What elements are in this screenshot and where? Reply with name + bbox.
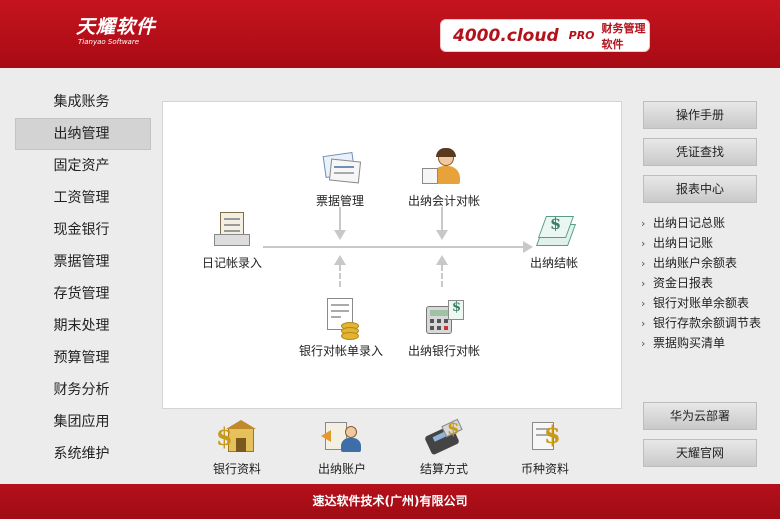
bill-connector-arrow — [334, 230, 346, 240]
reconcile-connector-arrow — [436, 230, 448, 240]
logo-en: Tianyao Software — [78, 38, 140, 46]
cashier-flow-panel: 日记帐录入 票据管理 出纳会计对帐 $ 出纳结帐 银行对帐单录入 $ 出纳银行对… — [162, 101, 622, 409]
report-link-bill-purchase-list[interactable]: › 票据购买清单 — [641, 333, 777, 353]
report-link-label: 出纳账户余额表 — [653, 256, 738, 270]
cashier-accounting-reconcile-label: 出纳会计对帐 — [407, 194, 480, 208]
nav-item-period-end[interactable]: 期末处理 — [15, 310, 151, 342]
chevron-right-icon: › — [641, 257, 646, 270]
nav-item-fixed-assets[interactable]: 固定资产 — [15, 150, 151, 182]
cashier-accounting-reconcile-node[interactable]: 出纳会计对帐 — [399, 148, 489, 209]
bank-icon: $ — [216, 418, 258, 454]
nav-item-bills[interactable]: 票据管理 — [15, 246, 151, 278]
bank-statement-entry-node[interactable]: 银行对帐单录入 — [289, 298, 393, 359]
chevron-right-icon: › — [641, 317, 646, 330]
cashier-bank-reconcile-label: 出纳银行对帐 — [407, 344, 480, 358]
reconcile-connector — [441, 207, 443, 232]
statement-connector — [339, 265, 341, 287]
nav-item-budget[interactable]: 预算管理 — [15, 342, 151, 374]
bill-management-label: 票据管理 — [315, 194, 364, 208]
report-center-button[interactable]: 报表中心 — [643, 175, 757, 203]
bank-statement-entry-label: 银行对帐单录入 — [298, 344, 383, 358]
sidebar-nav: 集成账务 出纳管理 固定资产 工资管理 现金银行 票据管理 存货管理 期末处理 … — [15, 86, 151, 470]
cashier-account-icon — [321, 418, 363, 454]
report-link-label: 出纳日记总账 — [653, 216, 726, 230]
calculator-icon: $ — [422, 298, 466, 338]
product-badge: 4000.cloud PRO 财务管理软件 — [440, 19, 650, 52]
chevron-right-icon: › — [641, 277, 646, 290]
cashier-close-icon: $ — [532, 210, 577, 250]
product-cn-name: 财务管理软件 — [601, 21, 646, 51]
cashier-account-shortcut[interactable]: 出纳账户 — [302, 418, 382, 477]
app-header: 天耀软件 Tianyao Software 4000.cloud PRO 财务管… — [0, 0, 780, 68]
footer-company: 速达软件技术(广州)有限公司 — [0, 484, 780, 519]
bill-connector — [339, 207, 341, 232]
currency-icon: $ — [524, 418, 566, 454]
report-link-funds-daily[interactable]: › 资金日报表 — [641, 273, 777, 293]
bank-reconcile-connector-arrow — [436, 255, 448, 265]
nav-item-financial-analysis[interactable]: 财务分析 — [15, 374, 151, 406]
bank-reconcile-connector — [441, 265, 443, 287]
nav-item-payroll[interactable]: 工资管理 — [15, 182, 151, 214]
report-link-cashier-journal[interactable]: › 出纳日记账 — [641, 233, 777, 253]
report-link-label: 银行存款余额调节表 — [653, 316, 762, 330]
report-link-label: 出纳日记账 — [653, 236, 714, 250]
bill-management-node[interactable]: 票据管理 — [305, 148, 375, 209]
bank-info-label: 银行资料 — [212, 462, 261, 476]
bill-management-icon — [318, 148, 362, 188]
cashier-bank-reconcile-node[interactable]: $ 出纳银行对帐 — [399, 298, 489, 359]
bank-statement-icon — [319, 298, 363, 340]
voucher-search-button[interactable]: 凭证查找 — [643, 138, 757, 166]
nav-item-group-apps[interactable]: 集团应用 — [15, 406, 151, 438]
report-link-account-balance[interactable]: › 出纳账户余额表 — [641, 253, 777, 273]
nav-item-cashier-management[interactable]: 出纳管理 — [15, 118, 151, 150]
chevron-right-icon: › — [641, 217, 646, 230]
bank-info-shortcut[interactable]: $ 银行资料 — [197, 418, 277, 477]
journal-entry-icon — [210, 210, 254, 250]
report-link-label: 银行对账单余额表 — [653, 296, 750, 310]
report-links: › 出纳日记总账 › 出纳日记账 › 出纳账户余额表 › 资金日报表 › 银行对账单余额表… — [641, 213, 777, 353]
report-link-label: 资金日报表 — [653, 276, 714, 290]
operation-manual-button[interactable]: 操作手册 — [643, 101, 757, 129]
logo-cn: 天耀软件 — [76, 16, 157, 38]
nav-item-cash-bank[interactable]: 现金银行 — [15, 214, 151, 246]
chevron-right-icon: › — [641, 297, 646, 310]
chevron-right-icon: › — [641, 337, 646, 350]
huawei-cloud-button[interactable]: 华为云部署 — [643, 402, 757, 430]
nav-item-system-maintenance[interactable]: 系统维护 — [15, 438, 151, 470]
cashier-close-node[interactable]: $ 出纳结帐 — [519, 210, 589, 271]
currency-info-shortcut[interactable]: $ 币种资料 — [505, 418, 585, 477]
settlement-method-shortcut[interactable]: $ 结算方式 — [404, 418, 484, 477]
cashier-close-label: 出纳结帐 — [529, 256, 578, 270]
journal-entry-label: 日记帐录入 — [201, 256, 262, 270]
nav-item-inventory[interactable]: 存货管理 — [15, 278, 151, 310]
product-name: 4000.cloud — [453, 25, 559, 46]
report-link-deposit-reconciliation[interactable]: › 银行存款余额调节表 — [641, 313, 777, 333]
statement-connector-arrow — [334, 255, 346, 265]
cashier-account-label: 出纳账户 — [317, 462, 366, 476]
main-flow-line — [263, 246, 525, 248]
nav-item-integrated-accounting[interactable]: 集成账务 — [15, 86, 151, 118]
report-link-bank-statement-balance[interactable]: › 银行对账单余额表 — [641, 293, 777, 313]
report-link-cashier-general-ledger[interactable]: › 出纳日记总账 — [641, 213, 777, 233]
chevron-right-icon: › — [641, 237, 646, 250]
journal-entry-node[interactable]: 日记帐录入 — [197, 210, 267, 271]
accountant-icon — [422, 148, 466, 188]
product-edition: PRO — [568, 29, 595, 42]
official-site-button[interactable]: 天耀官网 — [643, 439, 757, 467]
settlement-method-label: 结算方式 — [419, 462, 468, 476]
brand-logo: 天耀软件 Tianyao Software — [76, 16, 156, 46]
report-link-label: 票据购买清单 — [653, 336, 726, 350]
card-terminal-icon: $ — [423, 418, 465, 456]
currency-info-label: 币种资料 — [520, 462, 569, 476]
